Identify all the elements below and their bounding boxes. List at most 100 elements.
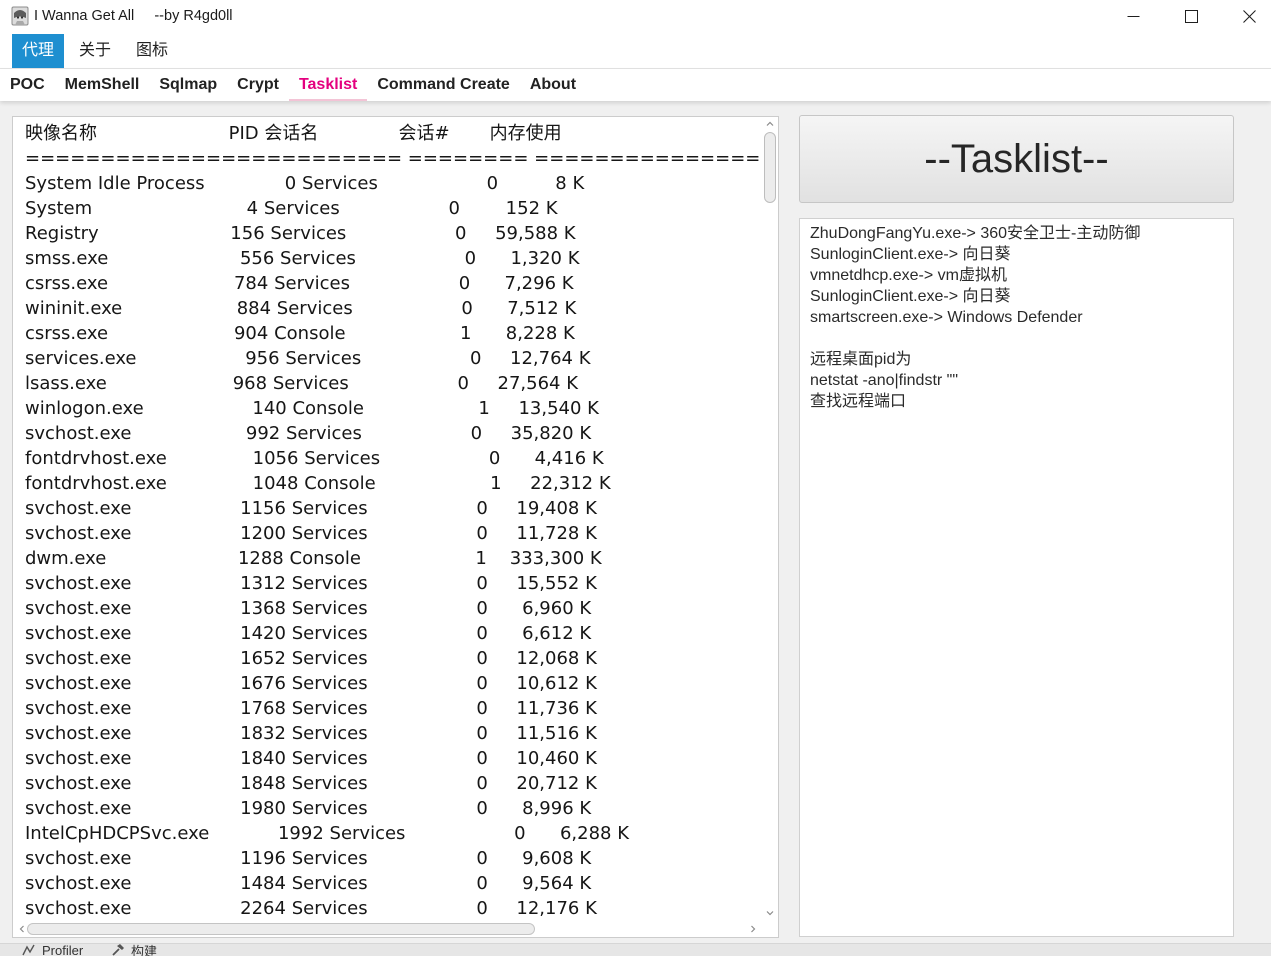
session-number: 0	[476, 673, 488, 694]
result-line: SunloginClient.exe-> 向日葵	[810, 288, 1011, 305]
memory-usage: 10,460 K	[516, 748, 597, 769]
tab-about[interactable]: About	[520, 69, 586, 101]
vertical-scroll-thumb[interactable]	[764, 132, 776, 203]
session-name: Services	[291, 673, 368, 694]
tasklist-separator: ========================= ======== =====…	[25, 148, 762, 169]
menu-item-about[interactable]: 关于	[69, 34, 121, 68]
session-number: 0	[476, 573, 488, 594]
scroll-down-icon[interactable]	[764, 907, 776, 919]
profiler-icon	[22, 944, 35, 956]
session-number: 0	[476, 898, 488, 919]
tasklist-button-label: --Tasklist--	[924, 136, 1109, 181]
session-name: Services	[291, 873, 368, 894]
session-name: Console	[289, 548, 361, 569]
tasklist-button[interactable]: --Tasklist--	[799, 115, 1234, 203]
session-number: 0	[469, 348, 482, 369]
maximize-button[interactable]	[1162, 0, 1220, 32]
session-number: 0	[476, 648, 488, 669]
process-name: svchost.exe	[25, 523, 132, 544]
column-header: 会话名	[264, 123, 319, 144]
session-name: Services	[291, 523, 368, 544]
tab-sqlmap[interactable]: Sqlmap	[149, 69, 227, 101]
result-line: netstat -ano|findstr ""	[810, 372, 959, 389]
process-pid: 1196	[240, 848, 286, 869]
session-name: Services	[291, 848, 368, 869]
result-line: ZhuDongFangYu.exe-> 360安全卫士-主动防御	[810, 225, 1141, 242]
background-item-build[interactable]: 构建	[110, 944, 157, 956]
process-pid: 968	[232, 373, 268, 394]
process-row: lsass.exe 968 Services 0 27,564 K	[25, 371, 762, 396]
process-name: System Idle Process	[25, 173, 205, 194]
background-item-label: Profiler	[42, 943, 84, 956]
process-pid: 884	[236, 298, 272, 319]
session-number: 0	[455, 223, 467, 244]
horizontal-scrollbar[interactable]	[13, 921, 762, 937]
scroll-up-icon[interactable]	[764, 118, 776, 130]
session-name: Services	[291, 898, 368, 919]
scroll-right-icon[interactable]	[747, 923, 759, 935]
memory-usage: 7,296 K	[504, 273, 574, 294]
minimize-button[interactable]	[1104, 0, 1162, 32]
memory-usage: 27,564 K	[497, 373, 579, 394]
session-number: 0	[464, 248, 477, 269]
process-row: svchost.exe 1652 Services 0 12,068 K	[25, 646, 762, 671]
session-name: Console	[274, 323, 346, 344]
process-name: svchost.exe	[25, 623, 132, 644]
process-row: svchost.exe 1768 Services 0 11,736 K	[25, 696, 762, 721]
close-button[interactable]	[1220, 0, 1271, 32]
session-name: Console	[304, 473, 376, 494]
process-name: services.exe	[25, 348, 137, 369]
process-pid: 1980	[240, 798, 286, 819]
tab-memshell[interactable]: MemShell	[55, 69, 150, 101]
process-row: svchost.exe 1420 Services 0 6,612 K	[25, 621, 762, 646]
horizontal-scroll-thumb[interactable]	[27, 923, 535, 935]
process-pid: 1832	[240, 723, 286, 744]
memory-usage: 6,288 K	[559, 823, 629, 844]
menu-item-icon[interactable]: 图标	[126, 34, 178, 68]
result-text: ZhuDongFangYu.exe-> 360安全卫士-主动防御 Sunlogin…	[800, 219, 1233, 416]
process-pid: 956	[245, 348, 280, 369]
process-row: wininit.exe 884 Services 0 7,512 K	[25, 296, 762, 321]
tab-tasklist[interactable]: Tasklist	[289, 69, 367, 101]
session-number: 0	[476, 698, 488, 719]
session-name: Services	[291, 773, 368, 794]
process-pid: 1312	[240, 573, 286, 594]
process-row: svchost.exe 1156 Services 0 19,408 K	[25, 496, 762, 521]
session-name: Services	[291, 598, 368, 619]
menu-item-proxy[interactable]: 代理	[12, 34, 65, 68]
session-name: Services	[329, 823, 406, 844]
process-pid: 1676	[240, 673, 286, 694]
session-name: Services	[280, 248, 356, 269]
memory-usage: 4,416 K	[534, 448, 604, 469]
session-name: Services	[285, 423, 362, 444]
session-number: 1	[459, 323, 472, 344]
memory-usage: 13,540 K	[518, 398, 599, 419]
session-number: 0	[476, 623, 488, 644]
process-row: fontdrvhost.exe 1056 Services 0 4,416 K	[25, 446, 762, 471]
background-item-profiler[interactable]: Profiler	[21, 943, 84, 956]
tasklist-viewport[interactable]: 映像名称 PID 会话名 会话# 内存使用 ===================…	[13, 117, 762, 921]
process-name: Registry	[25, 223, 99, 244]
tasklist-input-area[interactable]: 映像名称 PID 会话名 会话# 内存使用 ===================…	[12, 116, 779, 938]
result-line: vmnetdhcp.exe-> vm虚拟机	[810, 267, 1007, 284]
process-name: wininit.exe	[25, 298, 123, 319]
session-name: Services	[291, 798, 368, 819]
tab-poc[interactable]: POC	[0, 69, 55, 101]
process-name: lsass.exe	[25, 373, 107, 394]
tab-crypt[interactable]: Crypt	[227, 69, 289, 101]
process-row: Registry 156 Services 0 59,588 K	[25, 221, 762, 246]
process-row: svchost.exe 1312 Services 0 15,552 K	[25, 571, 762, 596]
session-number: 0	[514, 823, 526, 844]
vertical-scrollbar[interactable]	[762, 117, 778, 921]
result-line: 远程桌面pid为	[810, 351, 912, 368]
session-name: Services	[304, 448, 381, 469]
tab-command-create[interactable]: Command Create	[367, 69, 519, 101]
session-number: 0	[476, 748, 488, 769]
result-line: SunloginClient.exe-> 向日葵	[810, 246, 1011, 263]
tasklist-result-area[interactable]: ZhuDongFangYu.exe-> 360安全卫士-主动防御 Sunlogin…	[799, 218, 1234, 937]
process-name: svchost.exe	[25, 848, 132, 869]
result-line: smartscreen.exe-> Windows Defender	[810, 309, 1083, 326]
process-name: svchost.exe	[25, 498, 132, 519]
session-number: 0	[476, 598, 488, 619]
session-number: 0	[476, 873, 488, 894]
